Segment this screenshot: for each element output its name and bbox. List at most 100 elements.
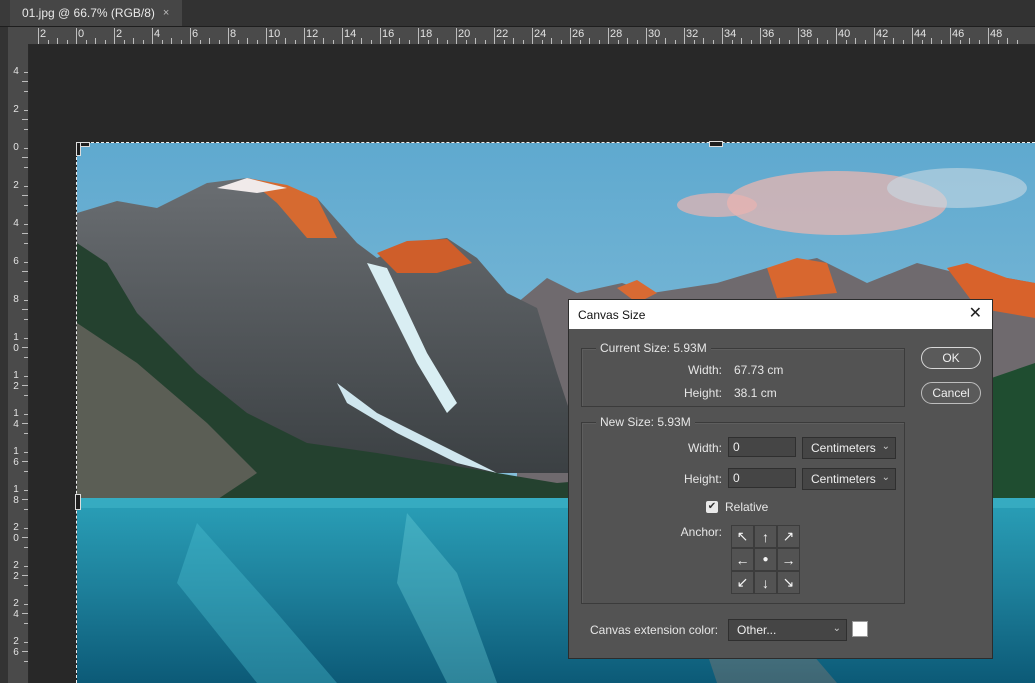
ruler-tick [256,40,258,44]
dialog-close-icon[interactable]: ✕ [969,304,982,324]
ruler-tick [978,40,980,44]
ruler-tick [95,38,96,44]
ruler-tick [22,233,28,234]
ruler-tick [503,40,505,44]
height-input[interactable]: 0 [728,468,796,488]
vertical-ruler[interactable]: 4202468101214161820222426 [8,44,29,683]
anchor-bottom-right-icon[interactable]: ↘ [777,571,800,594]
extension-color-select[interactable]: Other... ⌄ [728,619,847,641]
ruler-tick [513,38,514,44]
ruler-tick [24,242,28,244]
ruler-tick [399,38,400,44]
ruler-tick [22,271,28,272]
ruler-tick [24,128,28,130]
ruler-tick [921,40,923,44]
ruler-tick [807,40,809,44]
anchor-center-icon[interactable]: ● [754,548,777,571]
ruler-tick [294,40,296,44]
tab-close-icon[interactable]: × [163,7,169,19]
ruler-label: 30 [648,28,661,40]
ruler-label: 46 [952,28,965,40]
current-width-label: Width: [687,363,722,377]
ruler-label: 34 [724,28,737,40]
ruler-tick [24,166,28,168]
ruler-tick [617,40,619,44]
ruler-tick [950,28,951,44]
ruler-tick [22,81,28,82]
transform-handle[interactable] [75,494,81,510]
anchor-top-left-icon[interactable]: ↖ [731,525,754,548]
ruler-tick [389,40,391,44]
ruler-label: 14 [344,28,357,40]
anchor-bottom-icon[interactable]: ↓ [754,571,777,594]
cancel-button[interactable]: Cancel [921,382,981,404]
ruler-tick [24,641,28,643]
ruler-label: 4 [13,218,19,229]
relative-label[interactable]: Relative [725,500,768,514]
ruler-tick [22,385,28,386]
ruler-label: 42 [876,28,889,40]
transform-handle[interactable] [709,141,723,147]
extension-color-swatch[interactable] [852,621,868,637]
document-tab[interactable]: 01.jpg @ 66.7% (RGB/8) × [10,0,182,26]
ruler-tick [24,603,28,605]
ruler-label: 12 [13,370,19,392]
dialog-title: Canvas Size [578,307,646,322]
anchor-right-icon[interactable]: → [777,548,800,571]
ruler-tick [22,499,28,500]
ruler-label: 24 [13,598,19,620]
ruler-tick [24,584,28,586]
ruler-tick [475,38,476,44]
ruler-label: 6 [192,28,199,40]
ruler-tick [24,565,28,567]
ruler-tick [24,280,28,282]
ruler-tick [22,613,28,614]
current-height-label: Height: [683,386,722,400]
ruler-tick [76,28,77,44]
width-input[interactable]: 0 [728,437,796,457]
ruler-tick [722,28,723,44]
relative-checkbox[interactable]: ✔ [706,501,718,513]
ruler-tick [456,28,457,44]
anchor-bottom-left-icon[interactable]: ↙ [731,571,754,594]
ruler-tick [703,38,704,44]
height-unit-value: Centimeters [811,472,876,486]
ruler-corner[interactable] [8,27,29,45]
ruler-tick [22,575,28,576]
ruler-tick [836,28,837,44]
horizontal-ruler[interactable]: 2 0 2 4 6 8 10 12 14 16 18 20 22 24 26 28 30 32 34 36 38 40 42… [28,27,1035,45]
anchor-top-icon[interactable]: ↑ [754,525,777,548]
ruler-label: 2 [13,180,19,191]
ruler-tick [285,38,286,44]
ruler-label: 0 [13,142,19,153]
ruler-tick [684,28,685,44]
ruler-tick [969,38,970,44]
anchor-left-icon[interactable]: ← [731,548,754,571]
ruler-tick [940,40,942,44]
new-width-label: Width: [687,441,722,455]
anchor-top-right-icon[interactable]: ↗ [777,525,800,548]
width-unit-select[interactable]: Centimeters ⌄ [802,437,896,459]
ruler-tick [1007,38,1008,44]
ruler-tick [24,394,28,396]
ruler-label: 8 [13,294,19,305]
ruler-tick [24,527,28,529]
ruler-tick [779,38,780,44]
chevron-down-icon: ⌄ [881,472,890,483]
ruler-tick [589,38,590,44]
ruler-tick [579,40,581,44]
transform-handle[interactable] [76,142,81,156]
ruler-tick [541,40,543,44]
height-unit-select[interactable]: Centimeters ⌄ [802,468,896,490]
document-tab-title: 01.jpg @ 66.7% (RGB/8) [22,6,155,20]
ruler-label: 2 [13,104,19,115]
ruler-label: 32 [686,28,699,40]
ok-button[interactable]: OK [921,347,981,369]
ruler-tick [22,423,28,424]
dialog-title-bar[interactable]: Canvas Size ✕ [569,300,992,329]
ruler-tick [180,40,182,44]
ruler-tick [408,40,410,44]
ruler-tick [22,157,28,158]
ruler-tick [24,660,28,662]
ruler-tick [323,38,324,44]
